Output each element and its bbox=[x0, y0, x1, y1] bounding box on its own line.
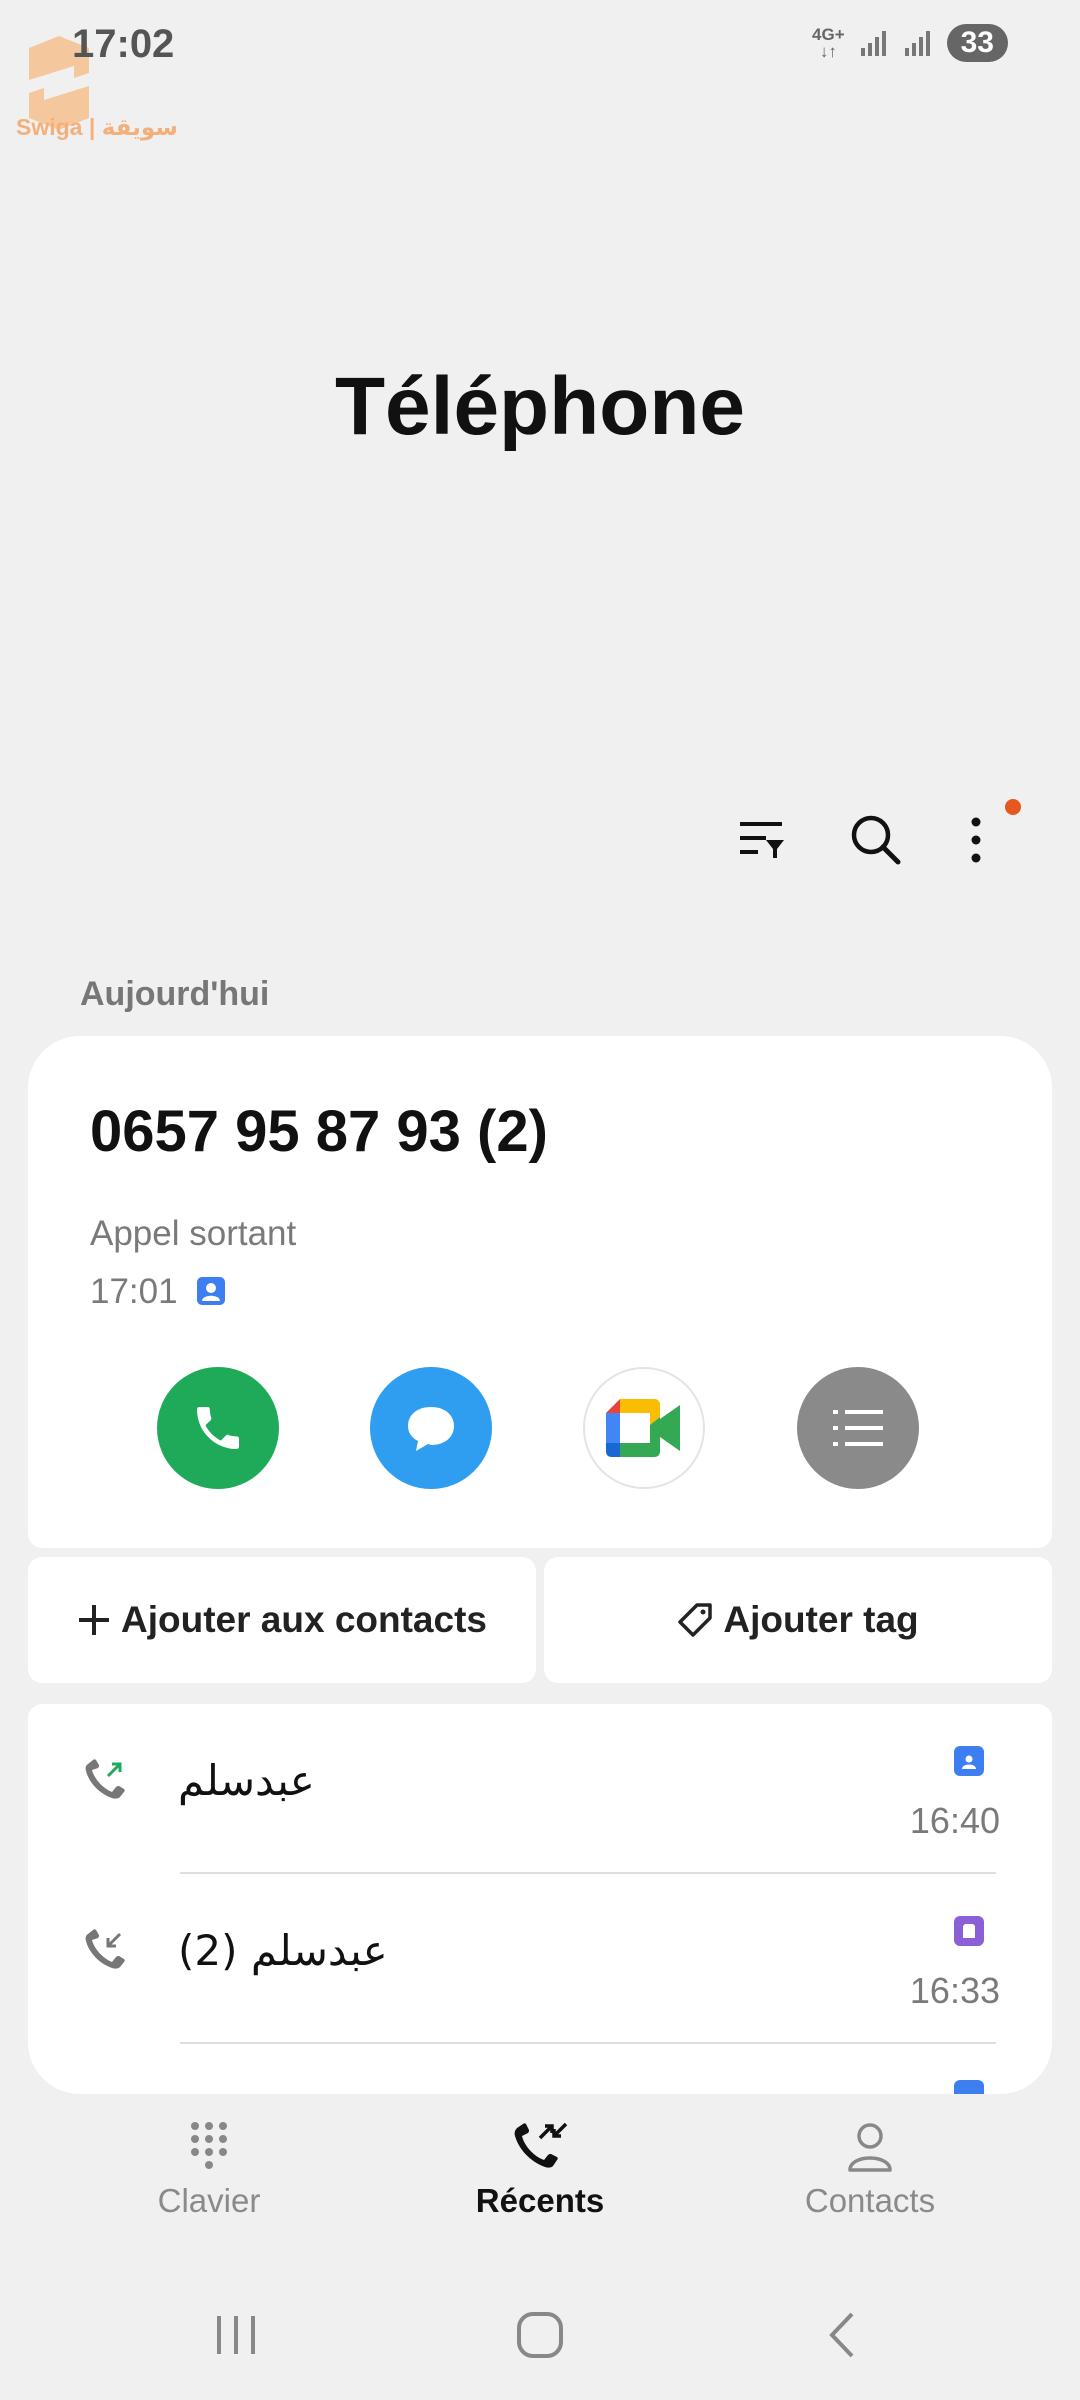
home-button[interactable] bbox=[500, 2300, 580, 2370]
message-icon bbox=[408, 1407, 454, 1451]
filter-button[interactable] bbox=[722, 800, 802, 880]
add-to-contacts-label: Ajouter aux contacts bbox=[121, 1599, 487, 1640]
network-type: 4G+ ↓↑ bbox=[812, 25, 845, 61]
nav-contacts[interactable]: Contacts bbox=[740, 2118, 1000, 2220]
add-tag-label: Ajouter tag bbox=[723, 1599, 919, 1640]
call-details-button[interactable] bbox=[797, 1367, 919, 1489]
call-time: 16:40 bbox=[909, 1800, 1000, 1841]
search-icon bbox=[851, 815, 901, 865]
nav-contacts-label: Contacts bbox=[804, 2182, 936, 2219]
list-icon bbox=[833, 1410, 883, 1446]
contact-badge-icon bbox=[954, 2080, 984, 2094]
call-log-row[interactable]: عبدسلم 16:40 bbox=[28, 1704, 1052, 1874]
person-icon bbox=[848, 2123, 892, 2172]
call-log-row[interactable]: عبدسلم (2) 16:33 bbox=[28, 1874, 1052, 2044]
section-header-today: Aujourd'hui bbox=[80, 975, 270, 1013]
filter-icon bbox=[740, 822, 784, 858]
recent-apps-icon bbox=[217, 2316, 255, 2354]
keypad-icon bbox=[191, 2122, 227, 2169]
add-to-contacts-button[interactable]: Ajouter aux contacts bbox=[28, 1557, 536, 1683]
tag-icon bbox=[678, 1603, 713, 1637]
signal-icon bbox=[860, 31, 886, 56]
notification-dot bbox=[1005, 799, 1021, 815]
home-icon bbox=[517, 2312, 563, 2358]
caller-name: عبدسلم bbox=[178, 1756, 315, 1805]
nav-keypad[interactable]: Clavier bbox=[79, 2118, 339, 2220]
nav-recents[interactable]: Récents bbox=[410, 2118, 670, 2220]
caller-number: 0657 95 87 93 (2) bbox=[90, 1099, 548, 1164]
battery-indicator: 33 bbox=[946, 24, 1008, 62]
more-icon bbox=[971, 817, 981, 863]
call-time: 16:33 bbox=[909, 1970, 1000, 2011]
call-type-label: Appel sortant bbox=[90, 1214, 297, 1253]
more-options-button[interactable] bbox=[936, 800, 1016, 880]
nav-recents-label: Récents bbox=[475, 2182, 605, 2219]
back-icon bbox=[829, 2312, 854, 2358]
meet-video-icon bbox=[606, 1399, 680, 1457]
divider bbox=[180, 2042, 996, 2044]
watermark-text: Swiga | سويقة bbox=[16, 114, 178, 140]
sim-contact-icon bbox=[197, 1277, 225, 1305]
signal-icon bbox=[904, 31, 930, 56]
sim-badge-icon bbox=[954, 1916, 984, 1946]
caller-name: عبدسلم (2) bbox=[178, 1926, 388, 1975]
back-button[interactable] bbox=[802, 2300, 882, 2370]
add-tag-button[interactable]: Ajouter tag bbox=[544, 1557, 1052, 1683]
contact-badge-icon bbox=[954, 1746, 984, 1776]
message-button[interactable] bbox=[370, 1367, 492, 1489]
video-call-button[interactable] bbox=[583, 1367, 705, 1489]
plus-icon bbox=[79, 1605, 109, 1635]
status-time: 17:02 bbox=[72, 22, 175, 66]
call-log-list: عبدسلم 16:40 عبدسلم (2) 16:33 bbox=[28, 1704, 1052, 2094]
call-time: 17:01 bbox=[90, 1272, 178, 1311]
recents-icon bbox=[514, 2122, 568, 2168]
nav-keypad-label: Clavier bbox=[157, 2182, 261, 2219]
recent-apps-button[interactable] bbox=[196, 2300, 276, 2370]
outgoing-call-icon bbox=[85, 1759, 125, 1799]
call-button[interactable] bbox=[157, 1367, 279, 1489]
search-button[interactable] bbox=[836, 800, 916, 880]
page-title: Téléphone bbox=[334, 361, 746, 452]
phone-icon bbox=[197, 1407, 239, 1449]
incoming-call-icon bbox=[85, 1929, 125, 1969]
status-icons: 4G+ ↓↑ 33 bbox=[812, 24, 1008, 62]
